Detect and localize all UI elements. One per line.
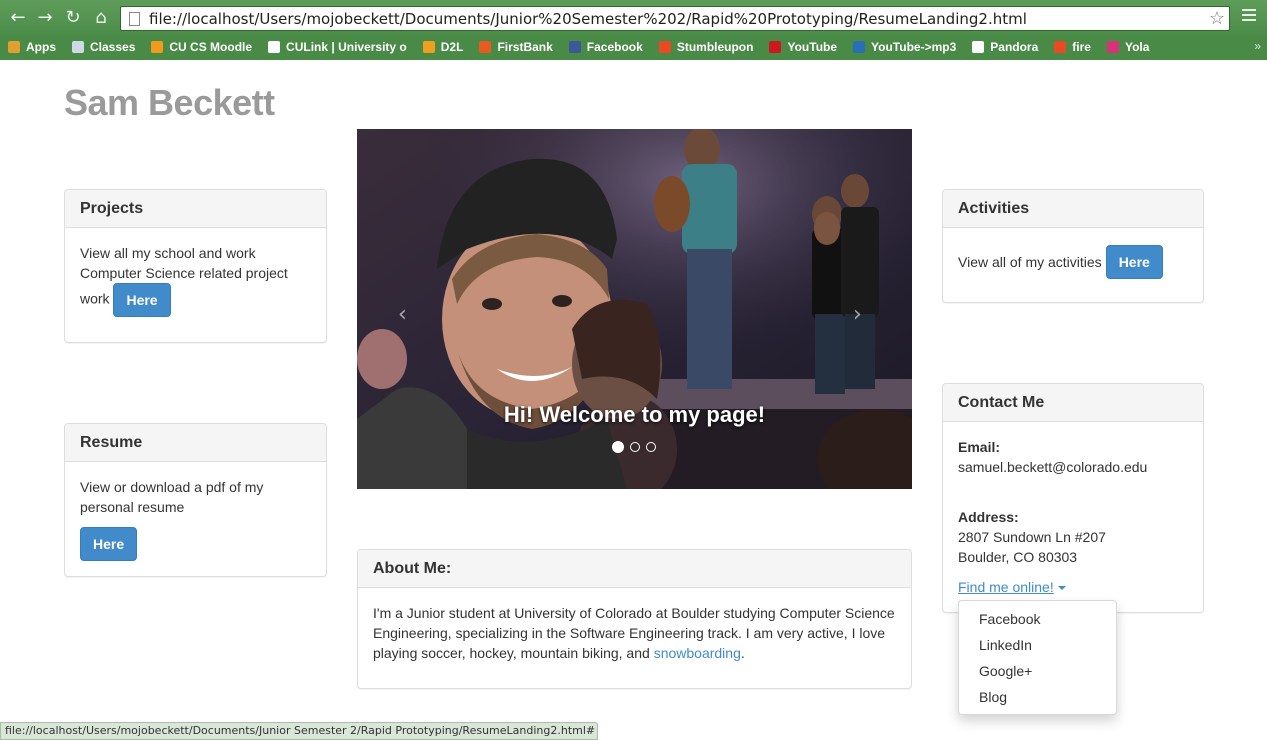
address-bar[interactable]: file://localhost/Users/mojobeckett/Docum… xyxy=(120,6,1230,31)
projects-here-button[interactable]: Here xyxy=(113,283,171,317)
carousel-prev-chevron-icon[interactable]: ‹ xyxy=(398,302,407,327)
resume-panel: Resume View or download a pdf of my pers… xyxy=(64,423,327,577)
bookmark-label: D2L xyxy=(440,40,464,54)
home-icon[interactable]: ⌂ xyxy=(91,8,111,28)
youtube-icon xyxy=(769,41,782,53)
carousel-photo xyxy=(357,129,912,489)
about-body: I'm a Junior student at University of Co… xyxy=(358,588,911,678)
address-bar-url: file://localhost/Users/mojobeckett/Docum… xyxy=(149,10,1027,28)
browser-chrome: ← → ↻ ⌂ file://localhost/Users/mojobecke… xyxy=(0,0,1267,60)
menu-item-linkedin[interactable]: LinkedIn xyxy=(959,632,1116,658)
bookmark-item[interactable]: YouTube->mp3 xyxy=(853,40,956,54)
facebook-icon xyxy=(568,41,581,53)
bookmark-item[interactable]: YouTube xyxy=(769,40,837,54)
reload-icon[interactable]: ↻ xyxy=(63,8,83,28)
activities-panel: Activities View all of my activities Her… xyxy=(942,189,1204,303)
carousel-indicators xyxy=(612,441,662,453)
contact-panel: Contact Me Email: samuel.beckett@colorad… xyxy=(942,383,1204,613)
mp3-icon xyxy=(853,41,866,53)
bookmark-label: Classes xyxy=(90,40,136,54)
projects-text: View all my school and work Computer Sci… xyxy=(80,245,288,307)
yola-icon xyxy=(1106,41,1119,53)
menu-item-facebook[interactable]: Facebook xyxy=(959,606,1116,632)
email-value: samuel.beckett@colorado.edu xyxy=(958,459,1148,475)
moodle-icon xyxy=(151,41,164,53)
bookmark-item[interactable]: Yola xyxy=(1106,40,1150,54)
caret-down-icon xyxy=(1057,586,1066,591)
stumbleupon-icon xyxy=(1054,41,1067,53)
bookmark-item[interactable]: CU CS Moodle xyxy=(151,40,252,54)
carousel-indicator-3[interactable] xyxy=(646,442,656,452)
bookmarks-overflow-icon[interactable]: » xyxy=(1254,39,1261,53)
bookmark-item[interactable]: fire xyxy=(1054,40,1091,54)
snowboarding-link[interactable]: snowboarding xyxy=(654,645,741,661)
resume-heading: Resume xyxy=(65,424,326,462)
menu-item-blog[interactable]: Blog xyxy=(959,684,1116,710)
bookmark-item[interactable]: Stumbleupon xyxy=(658,40,754,54)
carousel-next-chevron-icon[interactable]: › xyxy=(853,302,862,327)
page-icon xyxy=(129,12,140,26)
bookmark-item[interactable]: Classes xyxy=(72,40,135,54)
carousel-indicator-2[interactable] xyxy=(630,442,640,452)
activities-body: View all of my activities Here xyxy=(943,228,1203,294)
bookmark-label: FirstBank xyxy=(497,40,553,54)
photo-carousel[interactable]: Hi! Welcome to my page! xyxy=(357,129,912,489)
about-heading: About Me: xyxy=(358,550,911,588)
projects-heading: Projects xyxy=(65,190,326,228)
about-text: I'm a Junior student at University of Co… xyxy=(373,605,895,661)
bookmark-label: Facebook xyxy=(586,40,643,54)
bookmark-label: CULink | University o xyxy=(286,40,407,54)
address-line-2: Boulder, CO 80303 xyxy=(958,549,1078,565)
bookmark-item[interactable]: Apps xyxy=(8,40,56,54)
contact-heading: Contact Me xyxy=(943,384,1203,422)
browser-menu-icon[interactable] xyxy=(1242,9,1256,23)
address-line-1: 2807 Sundown Ln #207 xyxy=(958,529,1106,545)
resume-here-button[interactable]: Here xyxy=(80,527,138,561)
bookmark-star-icon[interactable]: ☆ xyxy=(1209,8,1225,29)
back-arrow-icon[interactable]: ← xyxy=(8,8,28,28)
find-me-online-menu: Facebook LinkedIn Google+ Blog xyxy=(958,600,1117,715)
apps-grid-icon xyxy=(8,41,20,53)
bookmark-label: CU CS Moodle xyxy=(169,40,253,54)
projects-panel: Projects View all my school and work Com… xyxy=(64,189,327,343)
bookmark-label: Yola xyxy=(1124,40,1150,54)
carousel-indicator-1[interactable] xyxy=(612,441,624,453)
activities-here-button[interactable]: Here xyxy=(1105,245,1163,279)
about-panel: About Me: I'm a Junior student at Univer… xyxy=(357,549,912,689)
browser-toolbar: ← → ↻ ⌂ file://localhost/Users/mojobecke… xyxy=(0,0,1267,36)
find-me-online-dropdown[interactable]: Find me online! xyxy=(958,579,1054,595)
bookmark-item[interactable]: FirstBank xyxy=(479,40,553,54)
resume-text: View or download a pdf of my personal re… xyxy=(80,479,264,515)
pandora-icon xyxy=(972,41,985,53)
bookmark-item[interactable]: CULink | University o xyxy=(268,40,407,54)
page-icon xyxy=(268,41,281,53)
bookmarks-bar: Apps Classes CU CS Moodle CULink | Universi… xyxy=(0,36,1267,58)
bookmark-label: Pandora xyxy=(990,40,1039,54)
bookmark-item[interactable]: D2L xyxy=(422,40,464,54)
stumbleupon-icon xyxy=(658,41,671,53)
bookmark-label: Stumbleupon xyxy=(676,40,754,54)
bookmark-label: Apps xyxy=(26,40,56,54)
about-text-tail: . xyxy=(740,645,745,661)
activities-heading: Activities xyxy=(943,190,1203,228)
firstbank-icon xyxy=(479,41,492,53)
bookmark-label: fire xyxy=(1072,40,1091,54)
page-title: Sam Beckett xyxy=(64,82,275,123)
address-label: Address: xyxy=(958,509,1019,525)
folder-icon xyxy=(72,41,84,53)
email-label: Email: xyxy=(958,439,1001,455)
d2l-icon xyxy=(422,41,435,53)
projects-body: View all my school and work Computer Sci… xyxy=(65,228,326,332)
bookmark-item[interactable]: Facebook xyxy=(568,40,643,54)
bookmark-item[interactable]: Pandora xyxy=(972,40,1038,54)
forward-arrow-icon[interactable]: → xyxy=(35,8,55,28)
bookmark-label: YouTube->mp3 xyxy=(871,40,957,54)
status-bar-url: file://localhost/Users/mojobeckett/Docum… xyxy=(0,722,598,740)
menu-item-googleplus[interactable]: Google+ xyxy=(959,658,1116,684)
bookmark-label: YouTube xyxy=(787,40,838,54)
carousel-caption: Hi! Welcome to my page! xyxy=(503,402,766,427)
resume-body: View or download a pdf of my personal re… xyxy=(65,462,326,576)
activities-text: View all of my activities xyxy=(958,254,1102,270)
contact-body: Email: samuel.beckett@colorado.edu Addre… xyxy=(943,422,1203,612)
